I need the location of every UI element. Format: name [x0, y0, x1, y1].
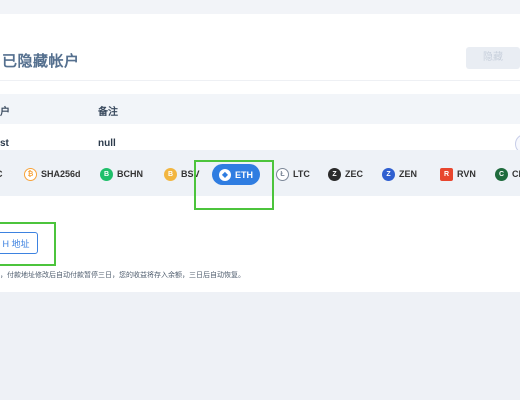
- coin-tab-bchn[interactable]: B BCHN: [100, 166, 143, 182]
- coin-tab-ltc[interactable]: Ł LTC: [276, 166, 310, 182]
- coin-tab-zec[interactable]: Z ZEC: [328, 166, 363, 182]
- rvn-icon: R: [440, 167, 453, 181]
- header-account: 户: [0, 107, 10, 118]
- bchn-icon: B: [100, 167, 113, 181]
- coin-label: RVN: [457, 169, 476, 179]
- coin-tab-rvn[interactable]: R RVN: [440, 166, 476, 182]
- top-strip: [0, 0, 520, 14]
- coin-label: ZEC: [345, 169, 363, 179]
- zen-icon: Z: [382, 167, 395, 181]
- coin-label: LTC: [293, 169, 310, 179]
- coin-label: ZEN: [399, 169, 417, 179]
- coin-label: CK: [512, 169, 520, 179]
- cell-remark: null: [98, 138, 116, 149]
- coin-label: C: [0, 169, 3, 179]
- coin-tab-ckb[interactable]: C CK: [495, 166, 520, 182]
- coin-tab-sha256d[interactable]: ₿ SHA256d: [24, 166, 81, 182]
- eth-highlight-box: [194, 160, 274, 210]
- header-remark: 备注: [98, 107, 118, 118]
- sha256d-icon: ₿: [24, 167, 37, 181]
- ltc-icon: Ł: [276, 167, 289, 181]
- address-highlight-box: [0, 222, 56, 266]
- panel-title: 已隐藏帐户: [2, 53, 80, 70]
- cell-account: st: [0, 138, 9, 149]
- coin-tab-zen[interactable]: Z ZEN: [382, 166, 417, 182]
- divider: [0, 80, 520, 81]
- address-change-note: ，付款地址修改后自动付款暂停三日，您的收益将存入余额，三日后自动恢复。: [0, 272, 245, 279]
- ckb-icon: C: [495, 167, 508, 181]
- coin-tab-partial[interactable]: C: [0, 166, 3, 182]
- bsv-icon: B: [164, 167, 177, 181]
- coin-label: BCHN: [117, 169, 143, 179]
- coin-label: SHA256d: [41, 169, 81, 179]
- hide-button[interactable]: 隐藏: [466, 47, 520, 69]
- zec-icon: Z: [328, 167, 341, 181]
- table-header: 户 备注: [0, 94, 520, 124]
